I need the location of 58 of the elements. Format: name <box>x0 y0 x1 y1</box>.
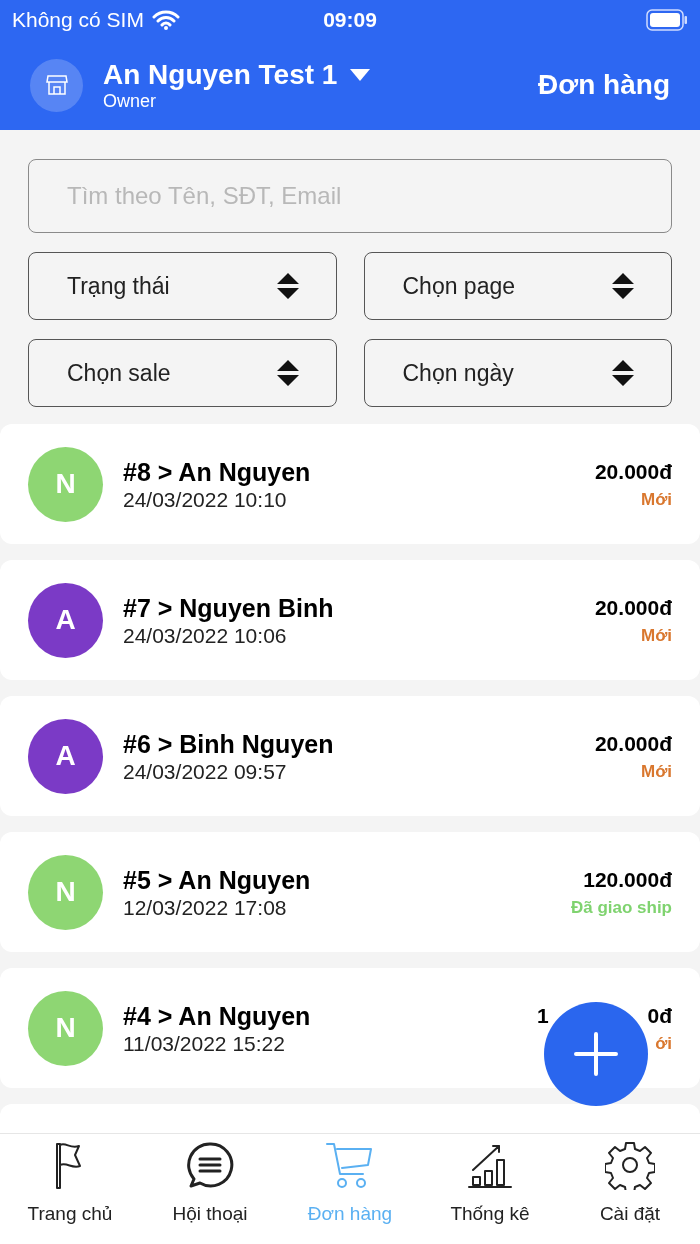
order-amount: 1 <box>537 1002 549 1029</box>
tab-item[interactable]: Cài đặt <box>560 1134 700 1244</box>
sort-icon <box>611 358 635 388</box>
order-date: 11/03/2022 15:22 <box>123 1032 286 1056</box>
cart-icon <box>325 1140 375 1190</box>
filter-dropdown[interactable]: Chọn sale <box>28 339 337 407</box>
order-status: Mới <box>641 489 672 511</box>
order-card[interactable]: A #6 > Binh Nguyen 24/03/2022 09:57 20.000đ Mới <box>0 696 700 816</box>
filter-dropdown[interactable]: Trạng thái <box>28 252 337 320</box>
battery-icon <box>646 9 688 31</box>
tab-item[interactable]: Thống kê <box>420 1134 560 1244</box>
order-amount: 20.000đ <box>594 730 672 757</box>
order-status: ới <box>655 1033 672 1055</box>
customer-avatar: N <box>28 990 103 1066</box>
order-date: 24/03/2022 10:06 <box>123 624 288 648</box>
order-status: Mới <box>641 625 672 647</box>
shop-name[interactable]: An Nguyen Test 1 <box>103 59 338 91</box>
chat-icon <box>185 1140 235 1190</box>
order-amount: 20.000đ <box>594 458 672 485</box>
filter-dropdown[interactable]: Chọn page <box>363 252 672 320</box>
order-title: #6 > Binh Nguyen <box>123 729 334 760</box>
role-text: Owner <box>103 91 157 111</box>
sort-icon <box>275 271 300 301</box>
wifi-icon <box>151 10 180 30</box>
clock-text: 09:09 <box>323 7 377 34</box>
order-date: 24/03/2022 09:57 <box>123 760 288 784</box>
order-card[interactable]: N #5 > An Nguyen 12/03/2022 17:08 120.000đ Đã giao ship <box>0 832 700 952</box>
sort-icon <box>611 271 635 301</box>
order-date: 24/03/2022 10:10 <box>123 488 288 512</box>
store-icon <box>45 74 68 96</box>
customer-avatar: A <box>28 718 103 794</box>
store-avatar[interactable] <box>30 58 83 112</box>
tab-item[interactable]: Hội thoại <box>140 1134 280 1244</box>
customer-avatar: N <box>28 446 103 522</box>
order-title: #4 > An Nguyen <box>123 1001 311 1032</box>
order-title: #8 > An Nguyen <box>123 457 311 488</box>
search-field[interactable]: Tìm theo Tên, SĐT, Email <box>28 159 672 233</box>
order-card[interactable]: N #8 > An Nguyen 24/03/2022 10:10 20.000đ Mới <box>0 424 700 544</box>
order-title: #5 > An Nguyen <box>123 865 311 896</box>
sort-icon <box>275 358 300 388</box>
order-card[interactable]: A #7 > Nguyen Binh 24/03/2022 10:06 20.000đ Mới <box>0 560 700 680</box>
order-date: 12/03/2022 17:08 <box>123 896 288 920</box>
order-amount: 120.000đ <box>583 866 672 893</box>
order-status: Đã giao ship <box>570 897 672 919</box>
order-card[interactable]: N #4 > An Nguyen 11/03/2022 15:22 1 0đ ới <box>0 968 700 1088</box>
order-amount: 20.000đ <box>594 594 672 621</box>
order-title: #7 > Nguyen Binh <box>123 593 334 624</box>
order-status: Mới <box>641 761 672 783</box>
tab-item[interactable]: Trang chủ <box>0 1134 140 1244</box>
customer-avatar: N <box>28 854 103 930</box>
plus-icon <box>574 1032 618 1076</box>
filter-dropdown[interactable]: Chọn ngày <box>363 339 672 407</box>
page-title: Đơn hàng <box>538 68 670 102</box>
order-amount: 0đ <box>647 1002 672 1029</box>
carrier-text: Không có SIM <box>12 7 144 34</box>
dropdown-caret-icon[interactable] <box>349 68 372 82</box>
settings-icon <box>605 1140 655 1190</box>
customer-avatar: A <box>28 582 103 658</box>
